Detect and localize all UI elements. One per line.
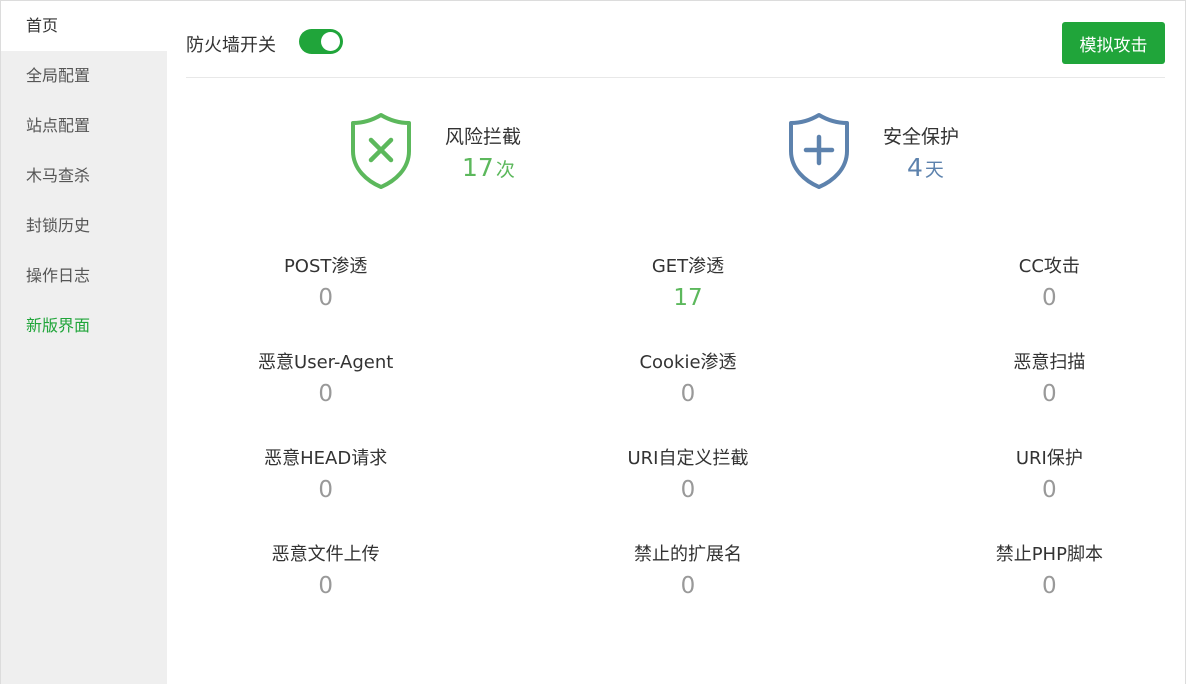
stat-uri-protect: URI保护 0 [880,445,1186,541]
stat-cookie-penetration: Cookie渗透 0 [518,349,857,445]
simulate-attack-button[interactable]: 模拟攻击 [1062,22,1165,64]
stat-label: POST渗透 [283,256,368,277]
risk-intercept-title: 风险拦截 [445,126,522,148]
stat-value: 0 [318,285,333,311]
risk-intercept-value: 17 次 [462,153,515,182]
stat-malicious-scan: 恶意扫描 0 [880,349,1186,445]
sidebar-item-home[interactable]: 首页 [1,1,167,51]
shield-plus-icon [789,113,849,189]
stat-get-penetration: GET渗透 17 [518,253,857,349]
shield-x-icon [351,113,411,189]
stat-value: 0 [680,477,696,503]
top-bar: 防火墙开关 模拟攻击 [186,1,1165,78]
stat-value: 0 [1042,285,1057,311]
main-panel: 防火墙开关 模拟攻击 风险拦截 17 次 安全保护 4 天 POST渗透 0 G… [167,1,1185,684]
sidebar-item-operation-log[interactable]: 操作日志 [1,251,167,301]
sidebar-item-block-history[interactable]: 封锁历史 [1,201,167,251]
stat-label: 恶意HEAD请求 [264,448,388,469]
stat-forbidden-extension: 禁止的扩展名 0 [518,541,857,637]
stat-value: 0 [1042,573,1057,599]
stat-value: 0 [318,381,333,407]
sidebar-item-global-config[interactable]: 全局配置 [1,51,167,101]
stat-value: 0 [1042,381,1057,407]
stat-value: 0 [1042,477,1057,503]
stats-grid: POST渗透 0 GET渗透 17 CC攻击 0 恶意User-Agent 0 … [167,253,1185,637]
stat-label: GET渗透 [651,256,725,277]
stat-label: Cookie渗透 [639,352,737,373]
stat-malicious-upload: 恶意文件上传 0 [156,541,495,637]
firewall-toggle[interactable] [299,29,343,54]
firewall-switch-label: 防火墙开关 [186,35,276,56]
stat-uri-custom-block: URI自定义拦截 0 [518,445,857,541]
waf-window: 首页 全局配置 站点配置 木马查杀 封锁历史 操作日志 新版界面 防火墙开关 模… [0,0,1186,684]
sidebar-item-site-config[interactable]: 站点配置 [1,101,167,151]
stat-label: CC攻击 [1018,256,1080,277]
stat-label: 恶意文件上传 [271,544,380,565]
stat-value: 0 [318,573,333,599]
stat-forbidden-php: 禁止PHP脚本 0 [880,541,1186,637]
stat-malicious-user-agent: 恶意User-Agent 0 [156,349,495,445]
safe-protect-value: 4天 [907,153,944,182]
toggle-knob [321,32,340,51]
summary-row: 风险拦截 17 次 安全保护 4天 [167,111,1185,191]
stat-value: 0 [680,381,696,407]
stat-label: 恶意User-Agent [258,352,394,373]
stat-malicious-head: 恶意HEAD请求 0 [156,445,495,541]
stat-cc-attack: CC攻击 0 [880,253,1186,349]
stat-label: URI自定义拦截 [627,448,749,469]
stat-label: 恶意扫描 [1013,352,1086,373]
sidebar: 首页 全局配置 站点配置 木马查杀 封锁历史 操作日志 新版界面 [1,1,167,684]
sidebar-item-new-ui[interactable]: 新版界面 [1,301,167,351]
stat-label: 禁止的扩展名 [633,544,742,565]
safe-protect-title: 安全保护 [883,126,960,148]
sidebar-item-trojan-scan[interactable]: 木马查杀 [1,151,167,201]
stat-value: 0 [680,573,696,599]
stat-label: URI保护 [1015,448,1083,469]
stat-value: 17 [673,285,703,311]
stat-value: 0 [318,477,333,503]
stat-post-penetration: POST渗透 0 [156,253,495,349]
stat-label: 禁止PHP脚本 [995,544,1103,565]
